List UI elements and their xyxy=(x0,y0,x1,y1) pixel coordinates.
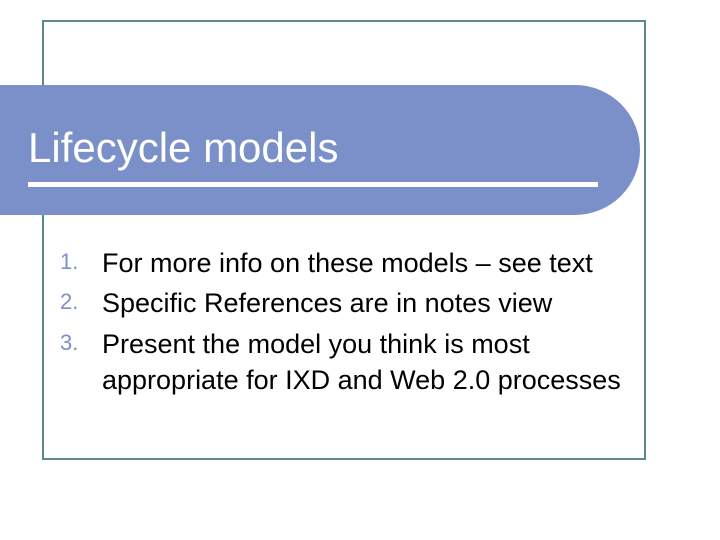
list-item: Specific References are in notes view xyxy=(60,285,670,321)
title-underline xyxy=(28,182,598,187)
content-list: For more info on these models – see text… xyxy=(60,245,670,403)
list-item: Present the model you think is most appr… xyxy=(60,326,670,399)
list-item: For more info on these models – see text xyxy=(60,245,670,281)
slide-title: Lifecycle models xyxy=(28,124,640,172)
title-banner: Lifecycle models xyxy=(0,85,640,215)
